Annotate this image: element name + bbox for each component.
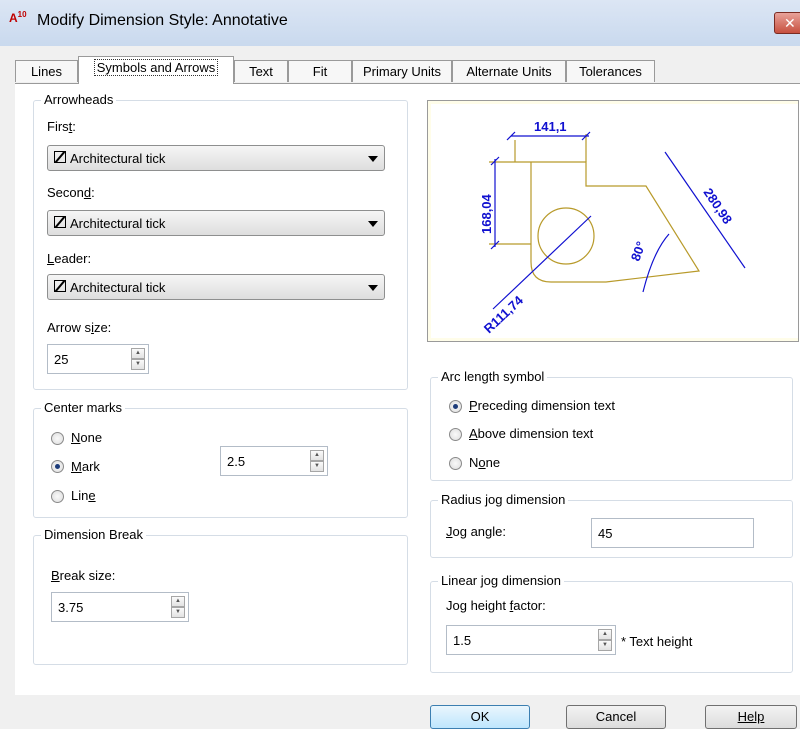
arc-preceding-label: Preceding dimension text — [469, 398, 615, 413]
spin-up-icon[interactable]: ▲ — [310, 450, 324, 461]
radius-jog-title: Radius jog dimension — [438, 492, 569, 507]
arc-none-radio[interactable] — [449, 457, 462, 470]
first-arrowhead-value: Architectural tick — [70, 151, 166, 166]
leader-arrowhead-dropdown[interactable]: Architectural tick — [47, 274, 385, 300]
text-height-suffix: * Text height — [621, 634, 693, 649]
linear-jog-title: Linear jog dimension — [438, 573, 564, 588]
dimension-break-title: Dimension Break — [41, 527, 146, 542]
dim-arc-angle — [642, 233, 670, 293]
chevron-down-icon — [368, 221, 378, 227]
arc-length-title: Arc length symbol — [438, 369, 548, 384]
arc-length-symbol-group: Arc length symbol Preceding dimension te… — [430, 369, 793, 481]
tab-fit[interactable]: Fit — [288, 60, 352, 82]
center-mark-size-value: 2.5 — [227, 454, 246, 469]
close-icon[interactable]: ✕ — [774, 12, 800, 34]
radius-jog-group: Radius jog dimension Jog angle: 45 — [430, 492, 793, 558]
jog-angle-input[interactable]: 45 — [591, 518, 754, 548]
tab-lines[interactable]: Lines — [15, 60, 78, 82]
arrowheads-group: Arrowheads First: Architectural tick Sec… — [33, 92, 408, 390]
arc-preceding-radio[interactable] — [449, 400, 462, 413]
arrowheads-title: Arrowheads — [41, 92, 117, 107]
cancel-button[interactable]: Cancel — [566, 705, 666, 729]
center-mark-line-radio[interactable] — [51, 490, 64, 503]
first-label: First: — [47, 119, 76, 134]
chevron-down-icon — [368, 156, 378, 162]
tab-primary-units[interactable]: Primary Units — [352, 60, 452, 82]
jog-angle-label: Jog angle: — [446, 524, 506, 539]
second-arrowhead-dropdown[interactable]: Architectural tick — [47, 210, 385, 236]
break-size-value: 3.75 — [58, 600, 84, 615]
spin-up-icon[interactable]: ▲ — [171, 596, 185, 607]
center-mark-size-stepper[interactable]: 2.5 ▲ ▼ — [220, 446, 328, 476]
center-marks-group: Center marks None Mark Line 2.5 ▲ ▼ — [33, 400, 408, 518]
preview-drawing: 141,1 168,04 280,98 80° R111,74 — [479, 119, 746, 336]
arc-above-label: Above dimension text — [469, 426, 594, 441]
ok-button[interactable]: OK — [430, 705, 530, 729]
arc-above-radio[interactable] — [449, 428, 462, 441]
architectural-tick-icon — [54, 151, 66, 163]
tab-strip: Lines Symbols and Arrows Text Fit Primar… — [0, 54, 800, 84]
center-mark-line-label: Line — [71, 488, 96, 503]
spin-down-icon[interactable]: ▼ — [131, 359, 145, 370]
center-mark-none-label: None — [71, 430, 103, 445]
dim-text-angle: 80° — [628, 239, 649, 263]
arrow-size-label: Arrow size: — [47, 320, 112, 335]
chevron-down-icon — [368, 285, 378, 291]
help-button[interactable]: Help — [705, 705, 797, 729]
dim-text-top: 141,1 — [534, 119, 567, 134]
break-size-label: Break size: — [51, 568, 116, 583]
spin-down-icon[interactable]: ▼ — [310, 461, 324, 472]
tab-text[interactable]: Text — [234, 60, 288, 82]
title-bar: A10 Modify Dimension Style: Annotative ✕ — [0, 0, 800, 46]
break-size-stepper[interactable]: 3.75 ▲ ▼ — [51, 592, 189, 622]
center-mark-mark-radio[interactable] — [51, 460, 64, 473]
jog-angle-value: 45 — [598, 526, 613, 541]
first-arrowhead-dropdown[interactable]: Architectural tick — [47, 145, 385, 171]
jog-height-stepper[interactable]: 1.5 ▲ ▼ — [446, 625, 616, 655]
tab-tolerances[interactable]: Tolerances — [566, 60, 655, 82]
leader-arrowhead-value: Architectural tick — [70, 280, 166, 295]
architectural-tick-icon — [54, 280, 66, 292]
architectural-tick-icon — [54, 216, 66, 228]
jog-height-value: 1.5 — [453, 633, 472, 648]
dim-text-right: 280,98 — [701, 185, 736, 226]
dim-line-right — [664, 151, 746, 269]
leader-label: Leader: — [47, 251, 92, 266]
preview-circle — [537, 207, 595, 265]
dimension-break-group: Dimension Break Break size: 3.75 ▲ ▼ — [33, 527, 408, 665]
arrow-size-stepper[interactable]: 25 ▲ ▼ — [47, 344, 149, 374]
center-mark-mark-label: Mark — [71, 459, 100, 474]
dim-text-left: 168,04 — [479, 193, 494, 234]
spin-down-icon[interactable]: ▼ — [598, 640, 612, 651]
second-arrowhead-value: Architectural tick — [70, 216, 166, 231]
jog-height-factor-label: Jog height factor: — [446, 598, 546, 613]
spin-down-icon[interactable]: ▼ — [171, 607, 185, 618]
arc-none-label: None — [469, 455, 501, 470]
tab-symbols-and-arrows[interactable]: Symbols and Arrows — [78, 56, 234, 84]
arrow-size-value: 25 — [54, 352, 69, 367]
linear-jog-group: Linear jog dimension Jog height factor: … — [430, 573, 793, 673]
center-marks-title: Center marks — [41, 400, 126, 415]
dimension-preview: 141,1 168,04 280,98 80° R111,74 — [427, 100, 799, 342]
spin-up-icon[interactable]: ▲ — [131, 348, 145, 359]
second-label: Second: — [47, 185, 95, 200]
window-title: Modify Dimension Style: Annotative — [37, 12, 288, 29]
tab-alternate-units[interactable]: Alternate Units — [452, 60, 566, 82]
center-mark-none-radio[interactable] — [51, 432, 64, 445]
spin-up-icon[interactable]: ▲ — [598, 629, 612, 640]
autocad-app-icon: A10 — [9, 10, 27, 25]
preview-part-outline — [515, 161, 701, 283]
